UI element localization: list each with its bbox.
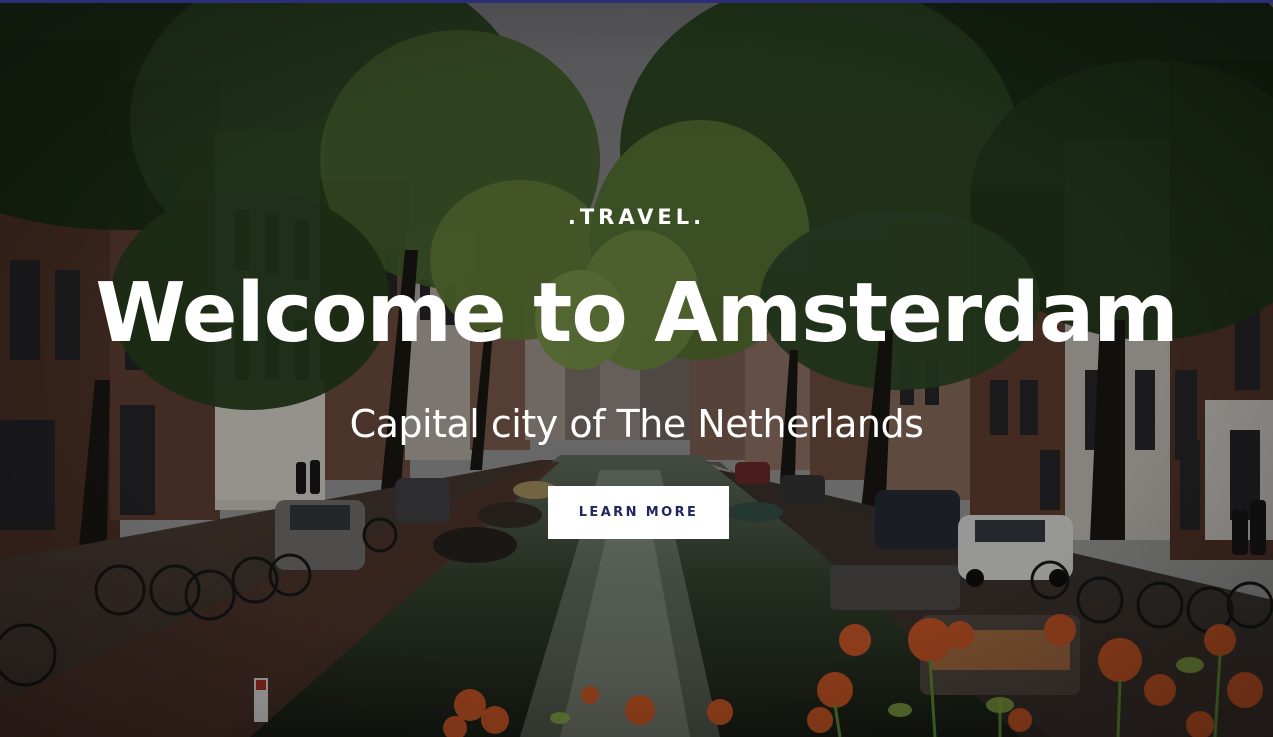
hero-subtitle: Capital city of The Netherlands (349, 402, 924, 446)
hero-content: .TRAVEL. Welcome to Amsterdam Capital ci… (0, 0, 1273, 737)
top-accent-line (0, 0, 1273, 3)
learn-more-button[interactable]: LEARN MORE (548, 486, 729, 539)
hero-title: Welcome to Amsterdam (95, 266, 1178, 361)
hero-section: .TRAVEL. Welcome to Amsterdam Capital ci… (0, 0, 1273, 737)
hero-eyebrow: .TRAVEL. (567, 205, 706, 229)
